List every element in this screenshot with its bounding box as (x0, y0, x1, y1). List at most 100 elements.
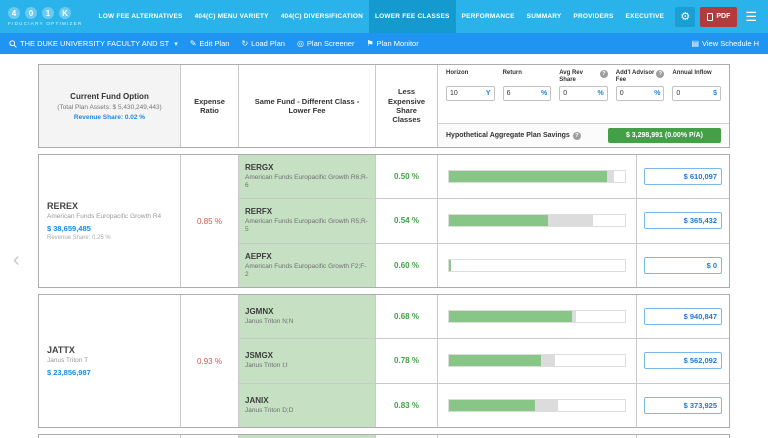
alt-expense-ratio: 0.83 % (376, 384, 438, 427)
app-logo[interactable]: 4 0 1 K FIDUCIARY OPTIMIZER (0, 0, 93, 33)
edit-plan-button[interactable]: ✎ Edit Plan (190, 39, 230, 48)
advisor-fee-label: Add'l Advisor Fee? (616, 70, 665, 84)
savings-bar-secondary (572, 311, 576, 322)
current-fund-title: Current Fund Option (70, 92, 149, 101)
tab-performance[interactable]: PERFORMANCE (456, 0, 521, 33)
tab-menu-variety[interactable]: 404(C) MENU VARIETY (189, 0, 275, 33)
gear-icon: ⚙ (680, 10, 690, 23)
savings-amount-cell: $ 373,925 (637, 384, 729, 427)
alt-fund-name: American Funds Europacific Growth R6;R-6 (245, 174, 369, 190)
target-icon: ◎ (297, 40, 304, 48)
logo-subtitle: FIDUCIARY OPTIMIZER (8, 21, 83, 26)
savings-amount-cell: $ 0 (637, 244, 729, 287)
app-header: 4 0 1 K FIDUCIARY OPTIMIZER LOW FEE ALTE… (0, 0, 768, 33)
fund-expense-ratio: 0.93 % (181, 295, 239, 427)
annual-inflow-label: Annual Inflow (672, 70, 721, 84)
horizon-input[interactable] (450, 90, 484, 97)
savings-bar-secondary (535, 400, 558, 411)
assumptions-panel: Horizon Y Return % Avg Rev Share? (438, 65, 729, 147)
avg-rev-share-control: Avg Rev Share? % (559, 70, 608, 119)
fund-name: American Funds Europacific Growth R4 (47, 213, 172, 221)
logo-char: K (59, 7, 71, 19)
tab-providers[interactable]: PROVIDERS (567, 0, 619, 33)
alt-ticker-cell: RERFX American Funds Europacific Growth … (239, 199, 376, 242)
savings-amount: $ 365,432 (644, 212, 722, 229)
logo-char: 0 (25, 7, 37, 19)
alt-fund-name: American Funds Europacific Growth F2;F-2 (245, 263, 369, 279)
main-content: ‹ Current Fund Option (Total Plan Assets… (0, 54, 768, 438)
logo-char: 4 (8, 7, 20, 19)
savings-bar-cell (438, 295, 637, 338)
load-plan-button[interactable]: ↻ Load Plan (241, 39, 284, 48)
tab-lower-fee-classes[interactable]: LOWER FEE CLASSES (369, 0, 456, 33)
avg-rev-share-input-box: % (559, 86, 608, 101)
alternative-row[interactable]: RERGX American Funds Europacific Growth … (239, 155, 729, 199)
advisor-fee-input-box: % (616, 86, 665, 101)
plan-monitor-button[interactable]: ⚑ Plan Monitor (366, 39, 418, 48)
return-input[interactable] (507, 90, 539, 97)
tab-summary[interactable]: SUMMARY (521, 0, 568, 33)
tab-low-fee-alternatives[interactable]: LOW FEE ALTERNATIVES (93, 0, 189, 33)
savings-amount: $ 562,092 (644, 352, 722, 369)
hamburger-menu-button[interactable]: ☰ (742, 9, 760, 25)
alt-ticker-cell: JGMNX Janus Triton N;N (239, 295, 376, 338)
savings-bar-fill (449, 355, 541, 366)
alt-ticker: JGMNX (245, 307, 369, 316)
plan-screener-button[interactable]: ◎ Plan Screener (297, 39, 355, 48)
advisor-fee-input[interactable] (620, 90, 652, 97)
return-input-box: % (503, 86, 552, 101)
horizon-control: Horizon Y (446, 70, 495, 119)
aggregate-savings-row: Hypothetical Aggregate Plan Savings ? $ … (438, 123, 729, 147)
savings-bar-cell (438, 339, 637, 382)
alt-expense-ratio: 0.54 % (376, 199, 438, 242)
alternatives-list: JGMNX Janus Triton N;N 0.68 % $ 940,847 … (239, 295, 729, 427)
alt-ticker-cell: RERGX American Funds Europacific Growth … (239, 155, 376, 198)
savings-label: Hypothetical Aggregate Plan Savings ? (446, 132, 581, 140)
pdf-export-button[interactable]: PDF (700, 7, 737, 27)
savings-amount: $ 373,925 (644, 397, 722, 414)
alternative-row[interactable]: JGMNX Janus Triton N;N 0.68 % $ 940,847 (239, 295, 729, 339)
fund-assets[interactable]: $ 23,856,987 (47, 368, 172, 377)
info-icon[interactable]: ? (573, 132, 581, 140)
expense-ratio-header: Expense Ratio (181, 65, 239, 147)
fund-group-rerex: REREX American Funds Europacific Growth … (38, 154, 730, 288)
same-fund-header: Same Fund - Different Class - Lower Fee (239, 65, 376, 147)
alt-ticker-cell: AEPFX American Funds Europacific Growth … (239, 244, 376, 287)
savings-bar-track (448, 310, 626, 323)
search-icon (9, 40, 17, 48)
info-icon[interactable]: ? (600, 70, 608, 78)
fund-ticker: JATTX (47, 345, 172, 355)
header-actions: ⚙ PDF ☰ (675, 0, 768, 33)
alt-expense-ratio: 0.60 % (376, 244, 438, 287)
alternative-row[interactable]: JANIX Janus Triton D;D 0.83 % $ 373,925 (239, 384, 729, 427)
alternative-row[interactable]: RERFX American Funds Europacific Growth … (239, 199, 729, 243)
chevron-down-icon: ▾ (174, 40, 178, 48)
annual-inflow-input[interactable] (676, 90, 711, 97)
fund-expense-ratio: 0.85 % (181, 155, 239, 287)
main-nav-tabs: LOW FEE ALTERNATIVES 404(C) MENU VARIETY… (93, 0, 676, 33)
alt-fund-name: Janus Triton D;D (245, 407, 369, 415)
tab-executive[interactable]: EXECUTIVE (620, 0, 671, 33)
alternative-row[interactable]: AEPFX American Funds Europacific Growth … (239, 244, 729, 287)
plan-selector[interactable]: THE DUKE UNIVERSITY FACULTY AND ST ▾ (9, 39, 178, 48)
horizon-unit: Y (486, 90, 491, 97)
logo-circles: 4 0 1 K (8, 7, 83, 19)
savings-amount: $ 610,097 (644, 168, 722, 185)
plan-name: THE DUKE UNIVERSITY FACULTY AND ST (20, 39, 169, 48)
chevron-left-icon[interactable]: ‹ (13, 249, 20, 272)
current-fund-cell: REREX American Funds Europacific Growth … (39, 155, 181, 287)
avg-rev-share-input[interactable] (563, 90, 595, 97)
savings-bar-cell (438, 244, 637, 287)
alternative-row[interactable]: JSMGX Janus Triton I;I 0.78 % $ 562,092 (239, 339, 729, 383)
savings-bar-track (448, 399, 626, 412)
advisor-fee-unit: % (654, 90, 660, 97)
aggregate-savings-button[interactable]: $ 3,298,991 (0.00% P/A) (608, 128, 721, 143)
info-icon[interactable]: ? (656, 70, 664, 78)
view-schedule-button[interactable]: ▤ View Schedule H (691, 39, 759, 48)
fund-assets[interactable]: $ 38,659,485 (47, 224, 172, 233)
tab-diversification[interactable]: 404(C) DIVERSIFICATION (275, 0, 369, 33)
settings-button[interactable]: ⚙ (675, 7, 695, 27)
advisor-fee-control: Add'l Advisor Fee? % (616, 70, 665, 119)
alt-ticker-cell: JANIX Janus Triton D;D (239, 384, 376, 427)
savings-amount-cell: $ 365,432 (637, 199, 729, 242)
